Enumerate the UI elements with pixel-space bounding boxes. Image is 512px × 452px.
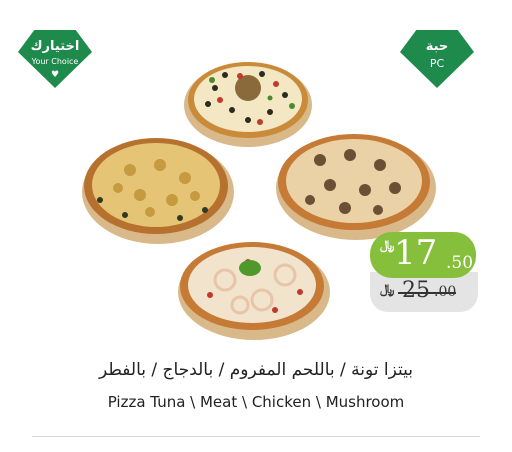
current-price-decimal: .50 xyxy=(446,253,474,273)
current-price-integer: 17 xyxy=(394,233,438,273)
pizza-chicken xyxy=(82,138,234,244)
current-price: ﷼ 17 .50 xyxy=(370,232,476,278)
currency-symbol: ﷼ xyxy=(380,282,395,297)
product-title-english: Pizza Tuna \ Meat \ Chicken \ Mushroom xyxy=(107,393,405,411)
currency-symbol: ﷼ xyxy=(380,238,395,253)
pizza-image xyxy=(82,62,436,340)
pizza-tuna xyxy=(178,242,330,340)
product-title-arabic: بيتزا تونة / باللحم المفروم / بالدجاج / … xyxy=(98,360,413,380)
pizza-veg xyxy=(184,62,312,147)
old-price: ﷼ 25 .00 xyxy=(370,272,478,312)
divider xyxy=(32,436,480,437)
price-tag: ﷼ 25 .00 ﷼ 17 .50 xyxy=(370,232,478,314)
pizza-mushroom xyxy=(276,134,436,240)
strikethrough-line xyxy=(398,292,456,294)
old-price-integer: 25 xyxy=(402,278,430,303)
